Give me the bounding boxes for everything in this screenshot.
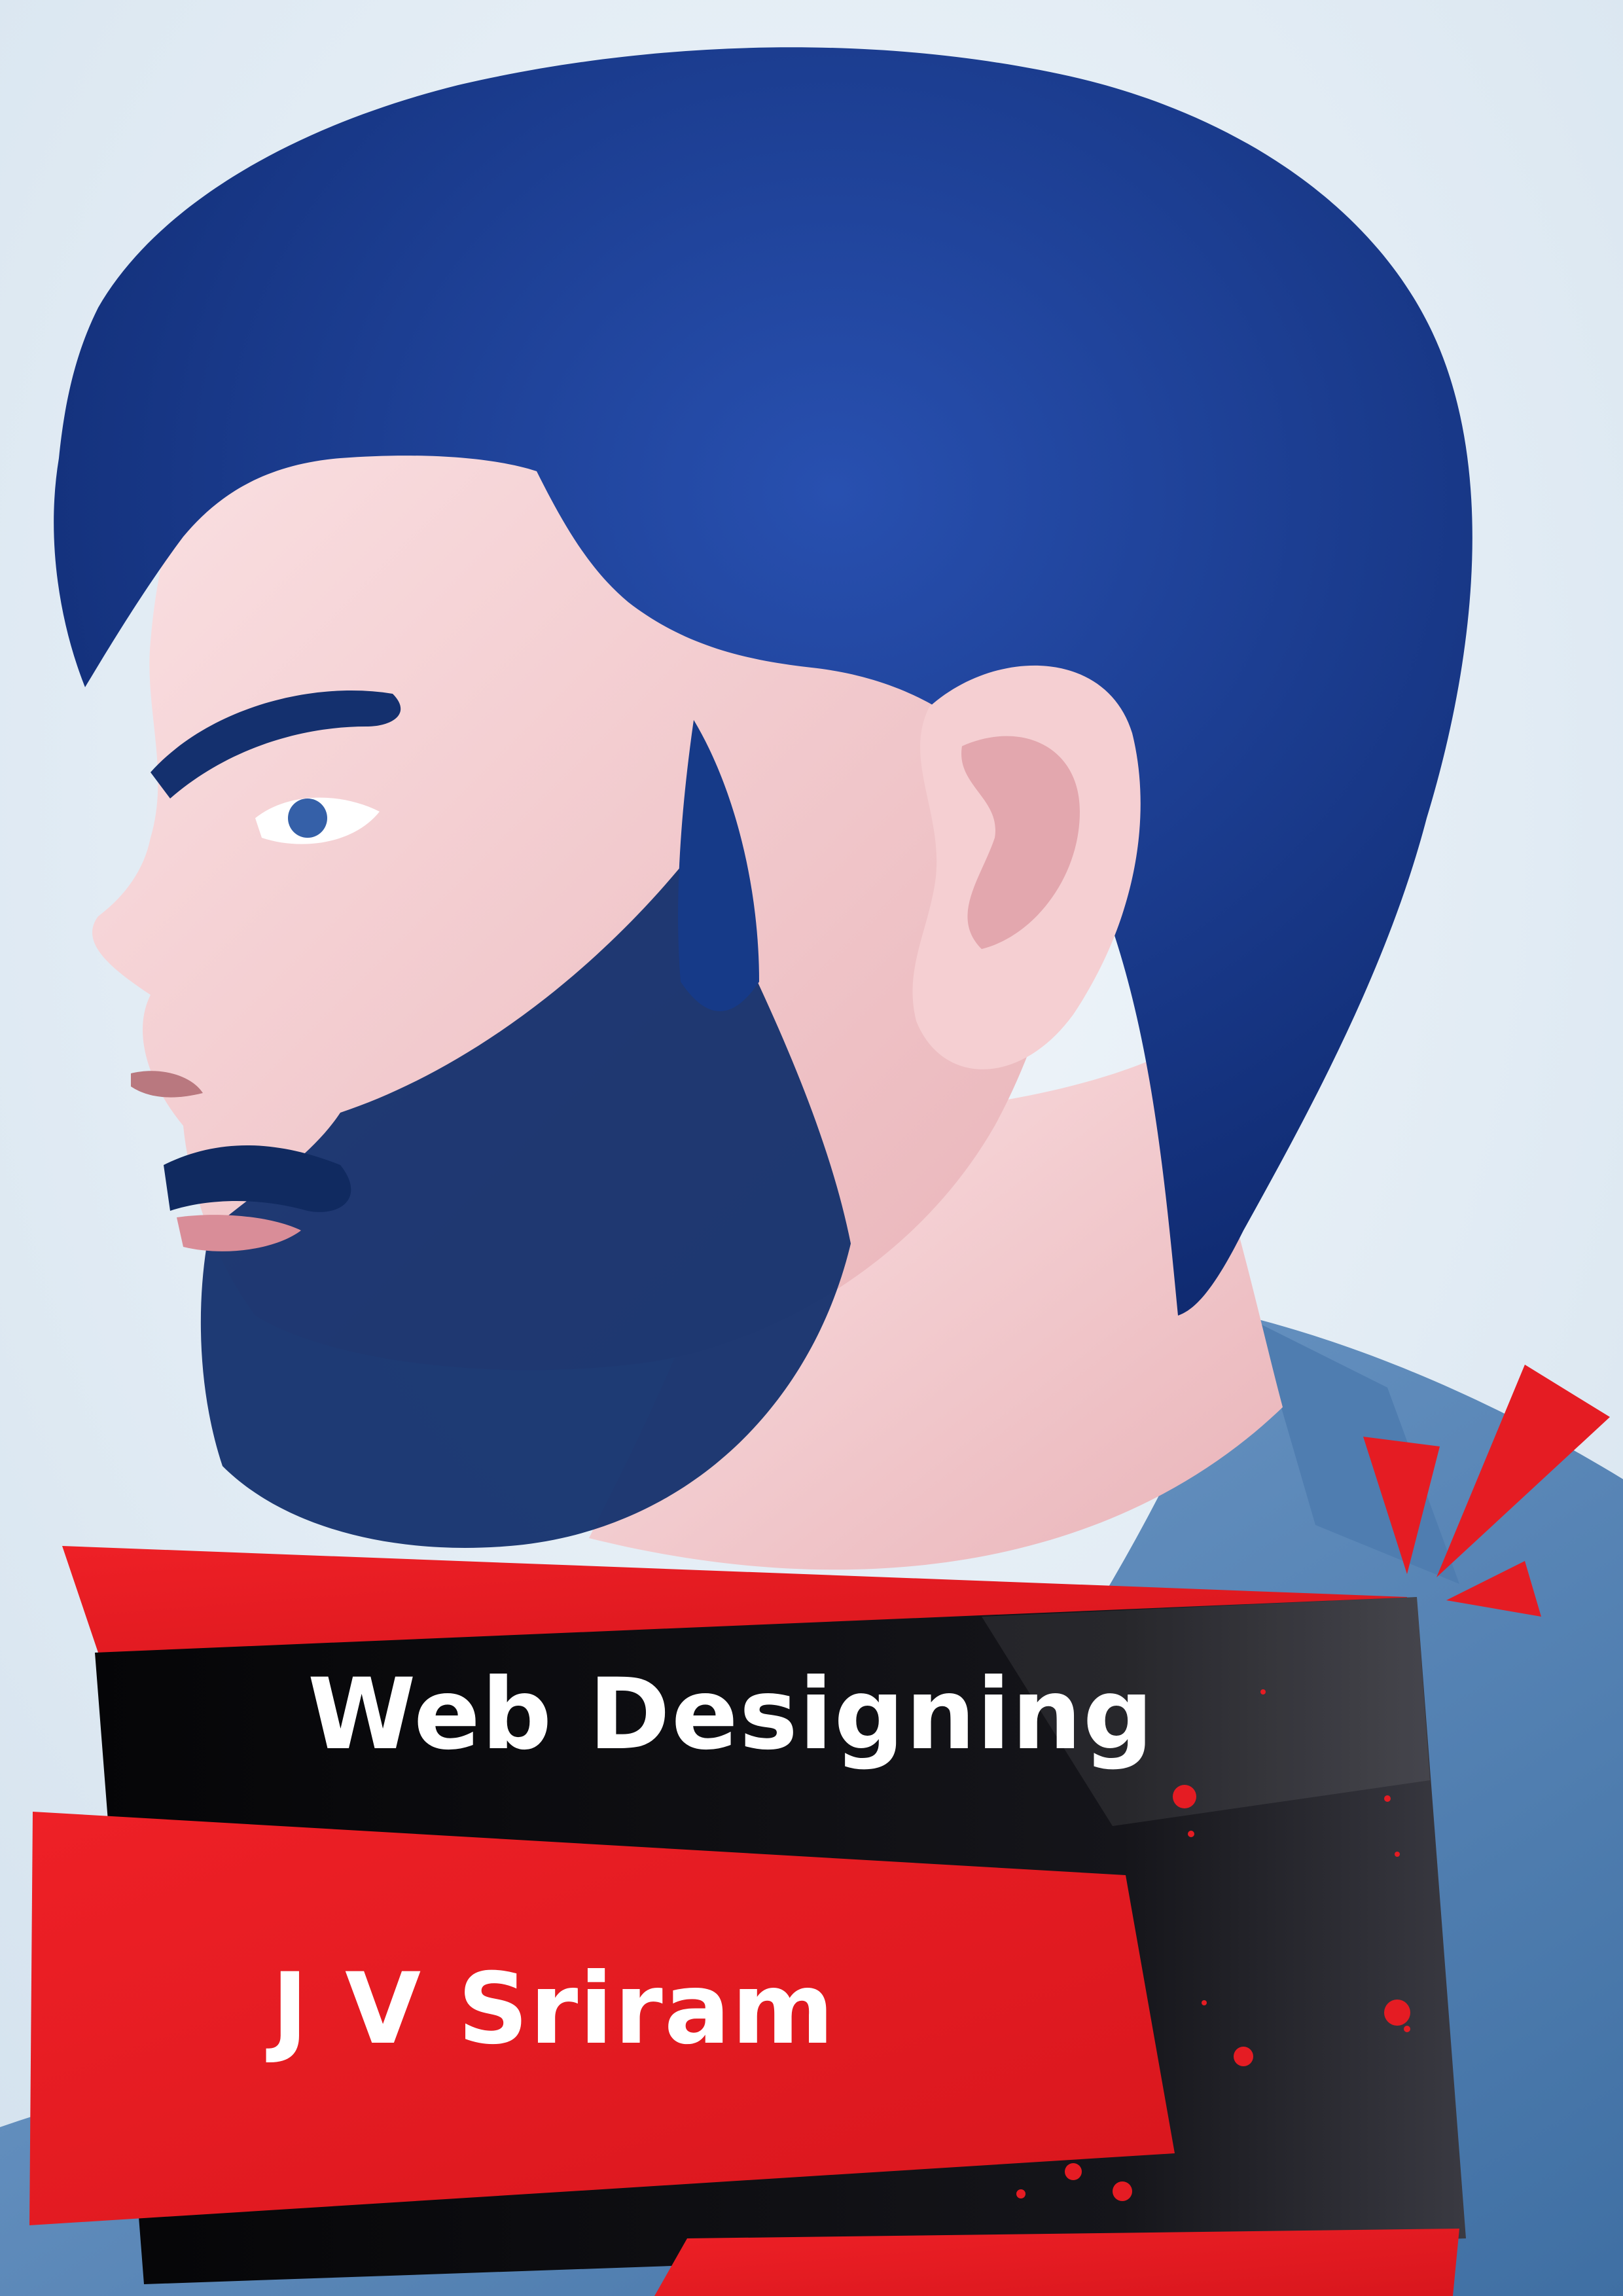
banner-name: J V Sriram [272,1952,836,2066]
banner-bottom-red-strip [654,2229,1459,2296]
iris [288,798,327,838]
poster-canvas [0,0,1623,2296]
banner-title: Web Designing [308,1658,1155,1772]
